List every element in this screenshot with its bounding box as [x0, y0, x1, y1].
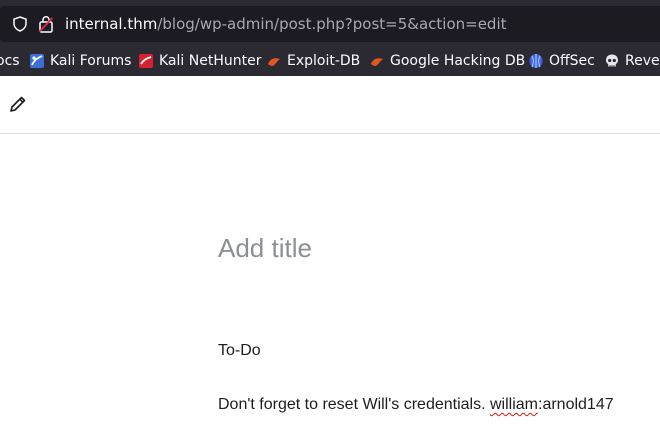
- bookmark-label: Google Hacking DB: [390, 53, 526, 69]
- bookmark-label: Kali Forums: [50, 53, 132, 69]
- browser-chrome: internal.thm/blog/wp-admin/post.php?post…: [0, 0, 660, 76]
- bookmark-offsec[interactable]: OffSec: [528, 52, 595, 70]
- skull-icon: [606, 54, 618, 67]
- offsec-icon: [529, 54, 543, 68]
- bookmark-label: Exploit-DB: [287, 53, 361, 69]
- bookmark-docs[interactable]: ocs: [0, 52, 20, 70]
- bookmark-label: Kali NetHunter: [159, 53, 262, 69]
- bookmark-kali-nethunter[interactable]: Kali NetHunter: [138, 52, 261, 70]
- url-path: /blog/wp-admin/post.php?post=5&action=ed…: [157, 15, 507, 33]
- credentials-text-prefix: Don't forget to reset Will's credentials…: [218, 396, 490, 413]
- exploit-db-icon: [268, 58, 280, 66]
- bookmark-label: ocs: [0, 53, 20, 69]
- bookmark-kali-forums[interactable]: Kali Forums: [29, 52, 131, 70]
- paragraph-block-todo[interactable]: To-Do: [218, 341, 261, 361]
- shield-icon[interactable]: [12, 16, 28, 32]
- url-bar[interactable]: internal.thm/blog/wp-admin/post.php?post…: [0, 6, 660, 42]
- url-host: internal.thm: [65, 15, 158, 33]
- misspelled-word: william: [490, 396, 538, 413]
- bookmark-label: Rever: [625, 53, 660, 69]
- credentials-text-suffix: :arnold147: [538, 396, 614, 413]
- editor-canvas: To-Do Don't forget to reset Will's crede…: [0, 134, 660, 433]
- pencil-icon[interactable]: [8, 94, 28, 114]
- url-text[interactable]: internal.thm/blog/wp-admin/post.php?post…: [65, 15, 507, 33]
- kali-nethunter-icon: [139, 54, 153, 68]
- bookmark-exploit-db[interactable]: Exploit-DB: [266, 52, 360, 70]
- kali-forums-icon: [30, 54, 44, 68]
- bookmarks-toolbar: ocs Kali Forums Kali NetHunter Exploit-D…: [0, 46, 660, 76]
- post-title-input[interactable]: [218, 232, 658, 264]
- bookmark-reverse-shell[interactable]: Rever: [604, 52, 660, 70]
- editor-toolbar: [0, 76, 660, 134]
- bookmark-google-hacking-db[interactable]: Google Hacking DB: [369, 52, 525, 70]
- bookmark-label: OffSec: [549, 53, 595, 69]
- google-hacking-db-icon: [371, 58, 383, 66]
- lock-insecure-icon[interactable]: [38, 15, 54, 33]
- paragraph-block-credentials[interactable]: Don't forget to reset Will's credentials…: [218, 395, 614, 415]
